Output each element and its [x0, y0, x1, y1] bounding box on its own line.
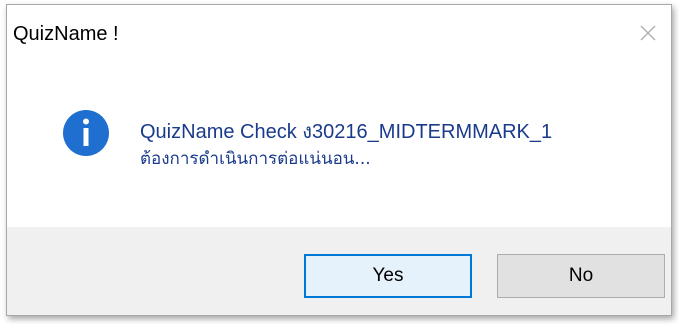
close-button[interactable] — [625, 5, 671, 61]
no-button[interactable]: No — [497, 254, 665, 298]
message-dialog: QuizName ! QuizName Check ง30216_MIDTERM… — [6, 4, 672, 316]
message-line-1: QuizName Check ง30216_MIDTERMMARK_1 — [140, 121, 553, 143]
title-bar[interactable]: QuizName ! — [7, 5, 671, 61]
window-title: QuizName ! — [13, 23, 119, 45]
info-icon — [63, 110, 109, 156]
message-line-2: ต้องการดำเนินการต่อแน่นอน... — [140, 149, 371, 169]
message-area: QuizName Check ง30216_MIDTERMMARK_1 ต้อง… — [7, 61, 671, 227]
yes-button[interactable]: Yes — [304, 254, 472, 298]
button-bar: Yes No — [7, 227, 671, 315]
close-icon — [640, 25, 656, 41]
